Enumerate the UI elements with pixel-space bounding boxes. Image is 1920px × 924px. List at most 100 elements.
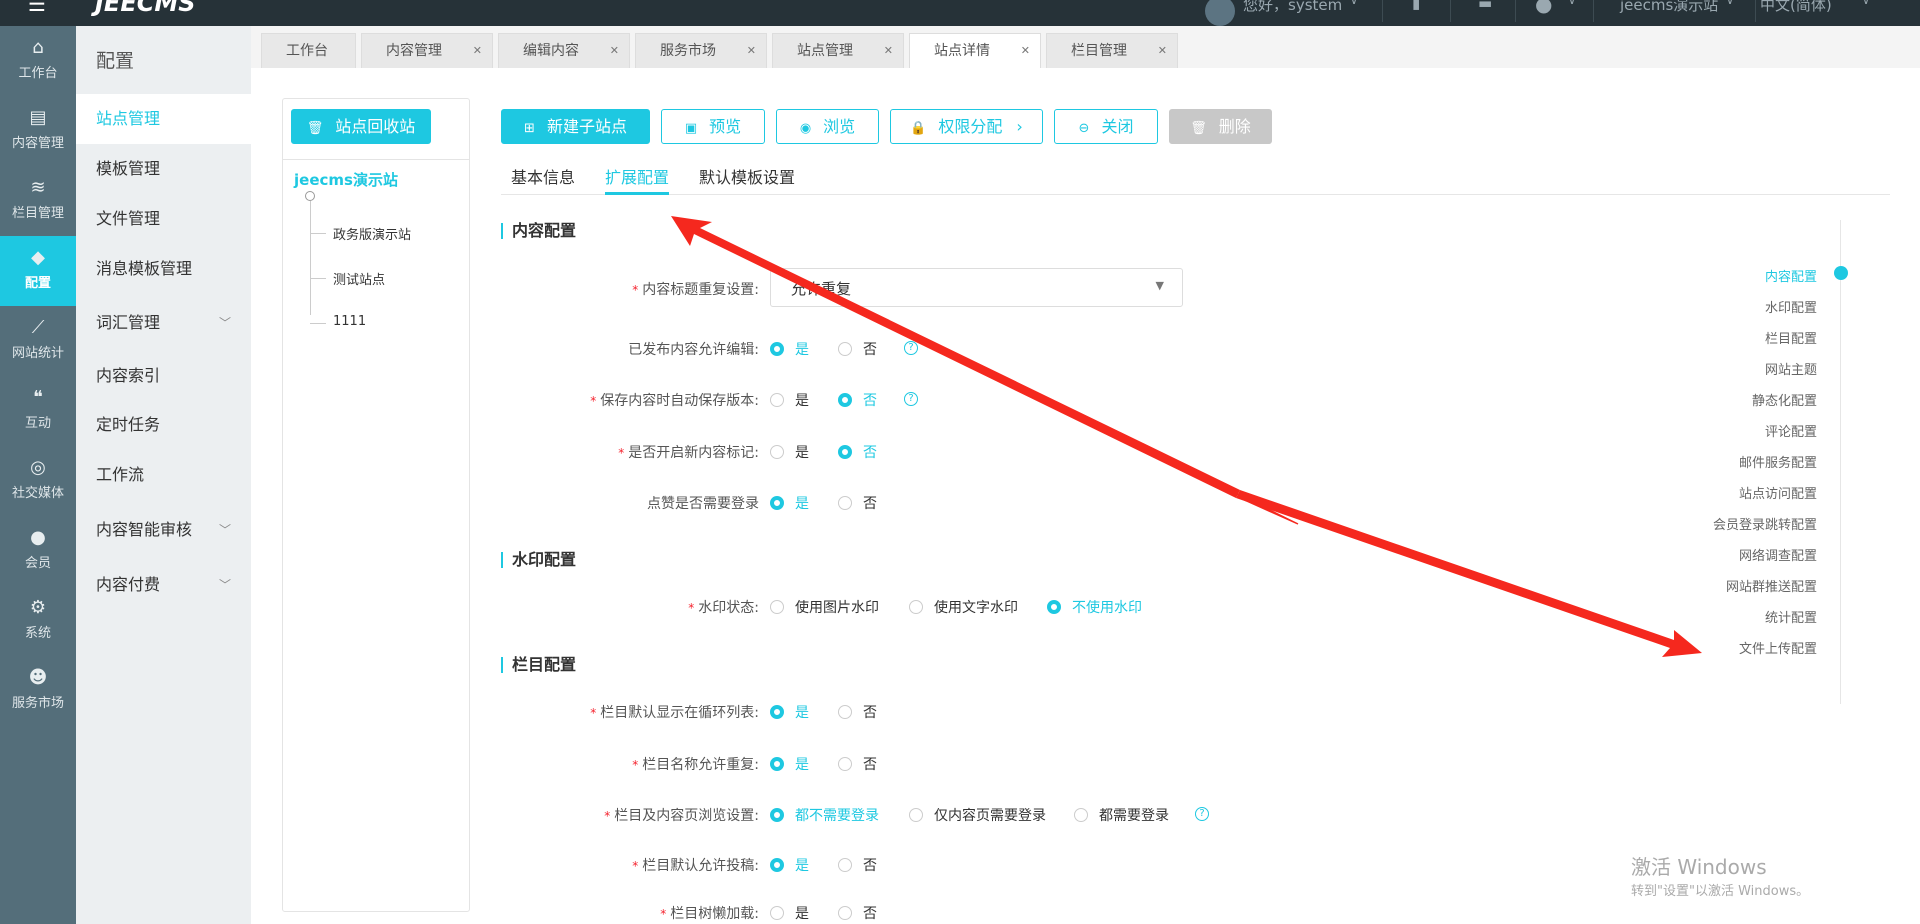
nav-item-5[interactable]: ❝ 互动	[0, 376, 76, 446]
help-icon[interactable]: ?	[1195, 807, 1209, 821]
radio-option[interactable]: 否	[838, 754, 877, 774]
close-icon[interactable]: ✕	[610, 34, 619, 68]
nav-item-1[interactable]: ▤ 内容管理	[0, 96, 76, 166]
help-icon[interactable]: ?	[904, 341, 918, 355]
radio-option[interactable]: 是	[770, 339, 809, 359]
action-button-4[interactable]: ⊖ 关闭	[1054, 109, 1158, 144]
nav-item-4[interactable]: ⟋ 网站统计	[0, 306, 76, 376]
sidebar-item[interactable]: 词汇管理 ﹀	[76, 298, 251, 348]
radio-option[interactable]: 是	[770, 855, 809, 875]
sidebar-item[interactable]: 工作流	[76, 450, 251, 500]
tree-node[interactable]: 1111	[333, 314, 366, 329]
bell-icon[interactable]: ▮	[1412, 0, 1420, 12]
subtab[interactable]: 默认模板设置	[699, 164, 795, 188]
anchor-link[interactable]: 水印配置	[1765, 297, 1817, 316]
language-switcher[interactable]: 中文(简体)	[1760, 0, 1832, 15]
action-button-2[interactable]: ◉ 浏览	[776, 109, 879, 144]
action-button-5[interactable]: 🗑 删除	[1169, 109, 1272, 144]
tab[interactable]: 栏目管理 ✕	[1046, 33, 1178, 68]
radio-option[interactable]: 否	[838, 339, 877, 359]
radio-option[interactable]: 是	[770, 754, 809, 774]
sidebar-item[interactable]: 站点管理	[76, 94, 251, 144]
radio-option[interactable]: 是	[770, 493, 809, 513]
anchor-link[interactable]: 邮件服务配置	[1739, 452, 1817, 471]
chevron-down-icon[interactable]: ∨	[1726, 0, 1734, 7]
anchor-link[interactable]: 静态化配置	[1752, 390, 1817, 409]
tab[interactable]: 站点详情 ✕	[909, 33, 1041, 68]
close-icon[interactable]: ✕	[1021, 34, 1030, 68]
close-icon[interactable]: ✕	[473, 34, 482, 68]
chevron-down-icon[interactable]: ∨	[1862, 0, 1870, 7]
anchor-link[interactable]: 统计配置	[1765, 607, 1817, 626]
radio-option[interactable]: 不使用水印	[1047, 597, 1142, 617]
radio-option[interactable]: 是	[770, 390, 809, 410]
sidebar-item[interactable]: 内容付费 ﹀	[76, 560, 251, 610]
tree-node[interactable]: 政务版演示站	[333, 224, 411, 243]
collapse-icon[interactable]	[305, 191, 315, 201]
tree-node[interactable]: 测试站点	[333, 269, 385, 288]
anchor-link[interactable]: 网站群推送配置	[1726, 576, 1817, 595]
radio-option[interactable]: 是	[770, 442, 809, 462]
close-icon[interactable]: ✕	[884, 34, 893, 68]
title-repeat-select[interactable]: 允许重复 ▼	[770, 268, 1183, 307]
close-icon[interactable]: ✕	[1158, 34, 1167, 68]
sidebar-item[interactable]: 文件管理	[76, 194, 251, 244]
sidebar-item[interactable]: 内容智能审核 ﹀	[76, 505, 251, 555]
nav-item-2[interactable]: ≋ 栏目管理	[0, 166, 76, 236]
sidebar-item[interactable]: 定时任务	[76, 400, 251, 450]
subtab[interactable]: 基本信息	[511, 164, 575, 188]
anchor-link[interactable]: 栏目配置	[1765, 328, 1817, 347]
hamburger-menu-icon[interactable]: ☰	[28, 0, 46, 16]
tab[interactable]: 内容管理 ✕	[361, 33, 493, 68]
sidebar-item[interactable]: 模板管理	[76, 144, 251, 194]
anchor-link[interactable]: 网络调查配置	[1739, 545, 1817, 564]
avatar[interactable]	[1205, 0, 1235, 26]
anchor-link[interactable]: 文件上传配置	[1739, 638, 1817, 657]
radio-option[interactable]: 否	[838, 903, 877, 923]
radio-option[interactable]: 否	[838, 442, 877, 462]
radio-option[interactable]: 否	[838, 493, 877, 513]
tab[interactable]: 服务市场 ✕	[635, 33, 767, 68]
nav-item-3[interactable]: ◆ 配置	[0, 236, 76, 306]
nav-item-7[interactable]: ● 会员	[0, 516, 76, 586]
radio-option[interactable]: 否	[838, 855, 877, 875]
anchor-link[interactable]: 会员登录跳转配置	[1713, 514, 1817, 533]
tree-root[interactable]: jeecms演示站	[294, 169, 398, 190]
radio-option[interactable]: 否	[838, 390, 877, 410]
monitor-icon[interactable]: ▬	[1478, 0, 1492, 12]
radio-icon	[838, 906, 852, 920]
nav-item-8[interactable]: ⚙ 系统	[0, 586, 76, 656]
site-recycle-button[interactable]: 🗑 站点回收站	[291, 109, 431, 144]
action-button-0[interactable]: ⊞ 新建子站点	[501, 109, 650, 144]
radio-option[interactable]: 使用文字水印	[909, 597, 1018, 617]
chevron-down-icon[interactable]: ∨	[1568, 0, 1576, 7]
subtab[interactable]: 扩展配置	[605, 164, 669, 188]
radio-option[interactable]: 都需要登录	[1074, 805, 1169, 825]
action-button-1[interactable]: ▣ 预览	[661, 109, 765, 144]
sidebar-item[interactable]: 内容索引	[76, 351, 251, 401]
palette-icon[interactable]: ●	[1535, 0, 1552, 16]
tab[interactable]: 工作台	[261, 33, 356, 68]
radio-option[interactable]: 都不需要登录	[770, 805, 879, 825]
anchor-link[interactable]: 评论配置	[1765, 421, 1817, 440]
action-button-3[interactable]: 🔒 权限分配 ›	[890, 109, 1043, 144]
tab[interactable]: 站点管理 ✕	[772, 33, 904, 68]
chevron-down-icon[interactable]: ∨	[1350, 0, 1358, 7]
site-switcher[interactable]: jeecms演示站	[1620, 0, 1718, 15]
radio-option[interactable]: 否	[838, 702, 877, 722]
anchor-link[interactable]: 站点访问配置	[1739, 483, 1817, 502]
radio-option[interactable]: 仅内容页需要登录	[909, 805, 1046, 825]
radio-option[interactable]: 使用图片水印	[770, 597, 879, 617]
anchor-link[interactable]: 内容配置	[1765, 266, 1817, 285]
help-icon[interactable]: ?	[904, 392, 918, 406]
radio-option[interactable]: 是	[770, 702, 809, 722]
close-icon[interactable]: ✕	[747, 34, 756, 68]
user-greeting[interactable]: 您好，system	[1243, 0, 1342, 15]
nav-item-6[interactable]: ◎ 社交媒体	[0, 446, 76, 516]
tab[interactable]: 编辑内容 ✕	[498, 33, 630, 68]
nav-item-0[interactable]: ⌂ 工作台	[0, 26, 76, 96]
radio-option[interactable]: 是	[770, 903, 809, 923]
anchor-link[interactable]: 网站主题	[1765, 359, 1817, 378]
sidebar-item[interactable]: 消息模板管理	[76, 244, 251, 294]
nav-item-9[interactable]: ☻ 服务市场	[0, 656, 76, 726]
